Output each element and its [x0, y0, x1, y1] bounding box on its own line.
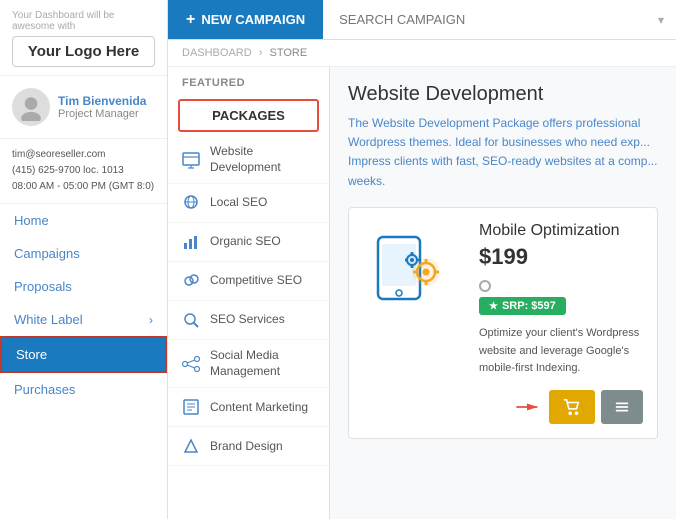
local-seo-icon [180, 192, 202, 214]
list-item[interactable]: SEO Services [168, 301, 329, 340]
search-area: ▾ [323, 0, 676, 39]
srp-badge: SRP: $597 [479, 297, 566, 315]
social-media-icon [180, 353, 202, 375]
competitive-seo-icon [180, 270, 202, 292]
chevron-down-icon: ▾ [658, 13, 664, 27]
product-image [363, 222, 463, 312]
product-price: $199 [479, 244, 643, 270]
seo-services-icon [180, 309, 202, 331]
sidebar-item-white-label[interactable]: White Label › [0, 303, 167, 336]
section-desc: The Website Development Package offers p… [348, 114, 658, 191]
breadcrumb: DASHBOARD › STORE [168, 40, 676, 67]
section-title: Website Development [348, 83, 658, 106]
list-item[interactable]: Website Development [168, 136, 329, 184]
contact-info: tim@seoreseller.com (415) 625-9700 loc. … [0, 139, 167, 204]
plus-icon: + [186, 11, 195, 29]
content-area: FEATURED PACKAGES Website Development Lo… [168, 67, 676, 519]
list-item[interactable]: Organic SEO [168, 223, 329, 262]
list-item[interactable]: Local SEO [168, 184, 329, 223]
sidebar-item-proposals[interactable]: Proposals [0, 270, 167, 303]
right-panel: Website Development The Website Developm… [330, 67, 676, 519]
sidebar-item-campaigns[interactable]: Campaigns [0, 237, 167, 270]
sidebar: Your Dashboard will be awesome with Your… [0, 0, 168, 519]
srp-radio [479, 278, 643, 293]
organic-seo-icon [180, 231, 202, 253]
user-name: Tim Bienvenida [58, 94, 146, 108]
breadcrumb-dashboard[interactable]: DASHBOARD [182, 47, 252, 59]
list-item[interactable]: Social Media Management [168, 340, 329, 388]
web-icon [180, 149, 202, 171]
product-desc: Optimize your client's Wordpress website… [479, 325, 643, 378]
sidebar-item-purchases[interactable]: Purchases [0, 373, 167, 406]
left-panel: FEATURED PACKAGES Website Development Lo… [168, 67, 330, 519]
brand-design-icon [180, 435, 202, 457]
user-info: Tim Bienvenida Project Manager [58, 94, 146, 120]
arrow-indicator [515, 390, 543, 424]
list-item[interactable]: Content Marketing [168, 388, 329, 427]
main-area: + NEW CAMPAIGN ▾ DASHBOARD › STORE FEATU… [168, 0, 676, 519]
user-profile: Tim Bienvenida Project Manager [0, 76, 167, 139]
packages-button[interactable]: PACKAGES [178, 99, 319, 132]
add-to-cart-button[interactable] [549, 390, 595, 424]
user-email: tim@seoreseller.com [12, 147, 155, 163]
topbar: + NEW CAMPAIGN ▾ [168, 0, 676, 40]
new-campaign-button[interactable]: + NEW CAMPAIGN [168, 0, 323, 39]
user-phone: (415) 625-9700 loc. 1013 [12, 163, 155, 179]
list-item[interactable]: Brand Design [168, 427, 329, 466]
avatar [12, 88, 50, 126]
breadcrumb-separator: › [259, 47, 263, 59]
product-name: Mobile Optimization [479, 222, 643, 240]
sidebar-nav: Home Campaigns Proposals White Label › S… [0, 204, 167, 519]
product-card: Mobile Optimization $199 SRP: $597 Optim… [348, 207, 658, 439]
content-marketing-icon [180, 396, 202, 418]
list-item[interactable]: Competitive SEO [168, 262, 329, 301]
breadcrumb-store: STORE [269, 47, 307, 59]
sidebar-item-store[interactable]: Store [0, 336, 167, 373]
product-info: Mobile Optimization $199 SRP: $597 Optim… [479, 222, 643, 424]
user-role: Project Manager [58, 108, 146, 120]
view-details-button[interactable] [601, 390, 643, 424]
featured-label: FEATURED [168, 67, 329, 95]
logo-area: Your Dashboard will be awesome with Your… [0, 0, 167, 76]
user-hours: 08:00 AM - 05:00 PM (GMT 8:0) [12, 179, 155, 195]
search-input[interactable] [339, 12, 660, 27]
card-actions [479, 390, 643, 424]
sidebar-item-home[interactable]: Home [0, 204, 167, 237]
logo-box[interactable]: Your Logo Here [12, 36, 155, 67]
logo-sublabel: Your Dashboard will be awesome with [12, 10, 155, 32]
chevron-right-icon: › [149, 313, 153, 327]
